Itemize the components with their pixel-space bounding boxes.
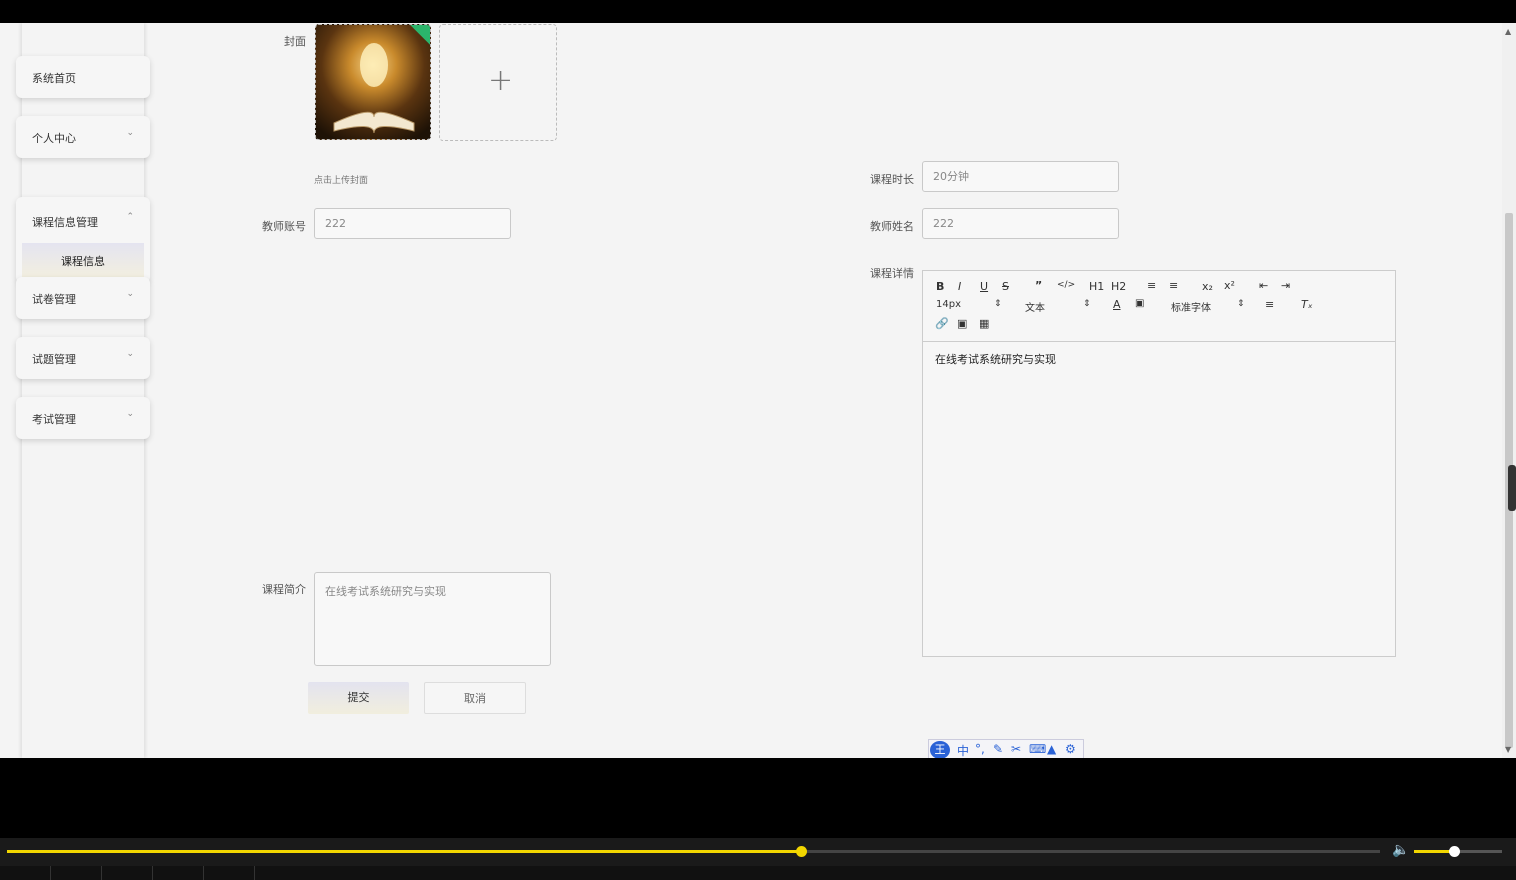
cover-upload-button[interactable]: + bbox=[439, 24, 557, 141]
sidebar-item-course-management[interactable]: 课程信息管理 bbox=[32, 214, 98, 230]
punctuation-icon[interactable]: °, bbox=[975, 742, 985, 756]
volume-icon[interactable]: 🔈 bbox=[1392, 842, 1409, 858]
background-color-icon[interactable]: ▣ bbox=[1135, 298, 1144, 309]
intro-textarea[interactable]: 在线考试系统研究与实现 bbox=[314, 572, 551, 666]
editor-toolbar: B I U S ” </> H1 H2 ≡ ≡ x₂ x² ⇤ ⇥ 14px ⇕… bbox=[923, 271, 1395, 342]
progress-track[interactable] bbox=[7, 846, 1380, 857]
superscript-icon[interactable]: x² bbox=[1224, 279, 1235, 292]
volume-fill bbox=[1414, 850, 1454, 853]
gear-icon[interactable]: ⚙ bbox=[1065, 742, 1076, 756]
sidebar-item-label: 考试管理 bbox=[32, 413, 76, 426]
app-viewport: 系统首页 个人中心 ⌄ 课程信息管理 ⌃ 课程信息 试卷管理 ⌄ 试题管理 ⌄ … bbox=[0, 23, 1516, 758]
ime-mode-toggle[interactable]: 中 bbox=[957, 742, 969, 758]
sidebar-item-label: 系统首页 bbox=[32, 72, 76, 85]
chevron-up-icon: ⌃ bbox=[126, 212, 134, 222]
pen-icon[interactable]: ✎ bbox=[993, 742, 1003, 756]
scroll-up-icon[interactable]: ▲ bbox=[1505, 27, 1511, 36]
select-arrow-icon: ⇕ bbox=[994, 299, 1002, 309]
chevron-down-icon: ⌄ bbox=[126, 349, 134, 359]
progress-fill bbox=[7, 850, 801, 853]
bold-icon[interactable]: B bbox=[936, 280, 944, 293]
cover-image[interactable] bbox=[315, 24, 431, 140]
outdent-icon[interactable]: ⇤ bbox=[1259, 279, 1268, 292]
chevron-down-icon: ⌄ bbox=[126, 289, 134, 299]
plus-icon: + bbox=[488, 63, 514, 98]
subscript-icon[interactable]: x₂ bbox=[1202, 280, 1213, 293]
sidebar-item-label: 试卷管理 bbox=[32, 293, 76, 306]
sidebar-item-label: 试题管理 bbox=[32, 353, 76, 366]
heading-1-icon[interactable]: H1 bbox=[1089, 280, 1104, 293]
font-family-select[interactable]: 标准字体 bbox=[1171, 299, 1211, 314]
bullet-list-icon[interactable]: ≡ bbox=[1169, 279, 1178, 292]
book-illustration bbox=[333, 43, 415, 134]
intro-label: 课程简介 bbox=[262, 583, 306, 596]
ordered-list-icon[interactable]: ≡ bbox=[1147, 279, 1156, 292]
sidebar-item-label: 个人中心 bbox=[32, 132, 76, 145]
ime-logo[interactable]: 王 bbox=[930, 741, 950, 758]
video-icon[interactable]: ▦ bbox=[979, 317, 989, 330]
chevron-down-icon: ⌄ bbox=[126, 409, 134, 419]
timeline-strip bbox=[0, 866, 1516, 880]
image-icon[interactable]: ▣ bbox=[957, 317, 967, 330]
scroll-down-icon[interactable]: ▼ bbox=[1505, 745, 1511, 754]
quote-icon[interactable]: ” bbox=[1035, 279, 1042, 292]
link-icon[interactable]: 🔗 bbox=[935, 317, 949, 330]
heading-2-icon[interactable]: H2 bbox=[1111, 280, 1126, 293]
sidebar-item-exam-management[interactable]: 考试管理 ⌄ bbox=[16, 397, 150, 439]
clear-format-icon[interactable]: Tₓ bbox=[1301, 298, 1313, 311]
indent-icon[interactable]: ⇥ bbox=[1281, 279, 1290, 292]
media-player-bar: 🔈 bbox=[0, 838, 1516, 880]
font-size-select[interactable]: 14px bbox=[936, 299, 961, 310]
strike-icon[interactable]: S bbox=[1002, 280, 1009, 293]
sidebar-item-home[interactable]: 系统首页 bbox=[16, 56, 150, 98]
scissors-icon[interactable]: ✂ bbox=[1011, 742, 1021, 756]
detail-label: 课程详情 bbox=[870, 267, 914, 280]
select-arrow-icon: ⇕ bbox=[1237, 299, 1245, 309]
skin-icon[interactable]: ▲ bbox=[1047, 742, 1056, 756]
vertical-scrollbar[interactable]: ▲ ▼ bbox=[1502, 23, 1516, 758]
teacher-name-label: 教师姓名 bbox=[870, 220, 914, 233]
select-arrow-icon: ⇕ bbox=[1083, 299, 1091, 309]
submit-button[interactable]: 提交 bbox=[308, 682, 409, 714]
sidebar-item-personal-center[interactable]: 个人中心 ⌄ bbox=[16, 116, 150, 158]
editor-content[interactable]: 在线考试系统研究与实现 bbox=[935, 351, 1056, 367]
volume-slider[interactable] bbox=[1414, 846, 1502, 857]
sidebar-item-question-management[interactable]: 试题管理 ⌄ bbox=[16, 337, 150, 379]
cover-label: 封面 bbox=[284, 35, 306, 48]
chevron-down-icon: ⌄ bbox=[126, 128, 134, 138]
sidebar-group-course-info: 课程信息管理 ⌃ 课程信息 bbox=[16, 197, 150, 283]
teacher-name-input[interactable]: 222 bbox=[922, 208, 1119, 239]
sidebar-item-paper-management[interactable]: 试卷管理 ⌄ bbox=[16, 277, 150, 319]
cancel-button[interactable]: 取消 bbox=[424, 682, 526, 714]
side-grip-handle[interactable] bbox=[1508, 465, 1516, 511]
paragraph-select[interactable]: 文本 bbox=[1025, 299, 1045, 314]
italic-icon[interactable]: I bbox=[958, 280, 961, 293]
volume-knob[interactable] bbox=[1448, 846, 1460, 857]
ime-toolbar: 王 中 °, ✎ ✂ ⌨ ▲ ⚙ bbox=[928, 739, 1084, 758]
align-icon[interactable]: ≡ bbox=[1265, 298, 1274, 311]
duration-input[interactable]: 20分钟 bbox=[922, 161, 1119, 192]
code-icon[interactable]: </> bbox=[1057, 280, 1075, 290]
sidebar-subitem-course-info[interactable]: 课程信息 bbox=[22, 243, 144, 281]
underline-icon[interactable]: U bbox=[980, 280, 988, 293]
font-color-icon[interactable]: A bbox=[1113, 298, 1121, 311]
teacher-account-input[interactable]: 222 bbox=[314, 208, 511, 239]
progress-knob[interactable] bbox=[795, 846, 807, 857]
rich-text-editor: B I U S ” </> H1 H2 ≡ ≡ x₂ x² ⇤ ⇥ 14px ⇕… bbox=[922, 270, 1396, 657]
duration-label: 课程时长 bbox=[870, 173, 914, 186]
teacher-account-label: 教师账号 bbox=[262, 220, 306, 233]
cover-hint: 点击上传封面 bbox=[314, 176, 369, 186]
keyboard-icon[interactable]: ⌨ bbox=[1029, 742, 1046, 756]
